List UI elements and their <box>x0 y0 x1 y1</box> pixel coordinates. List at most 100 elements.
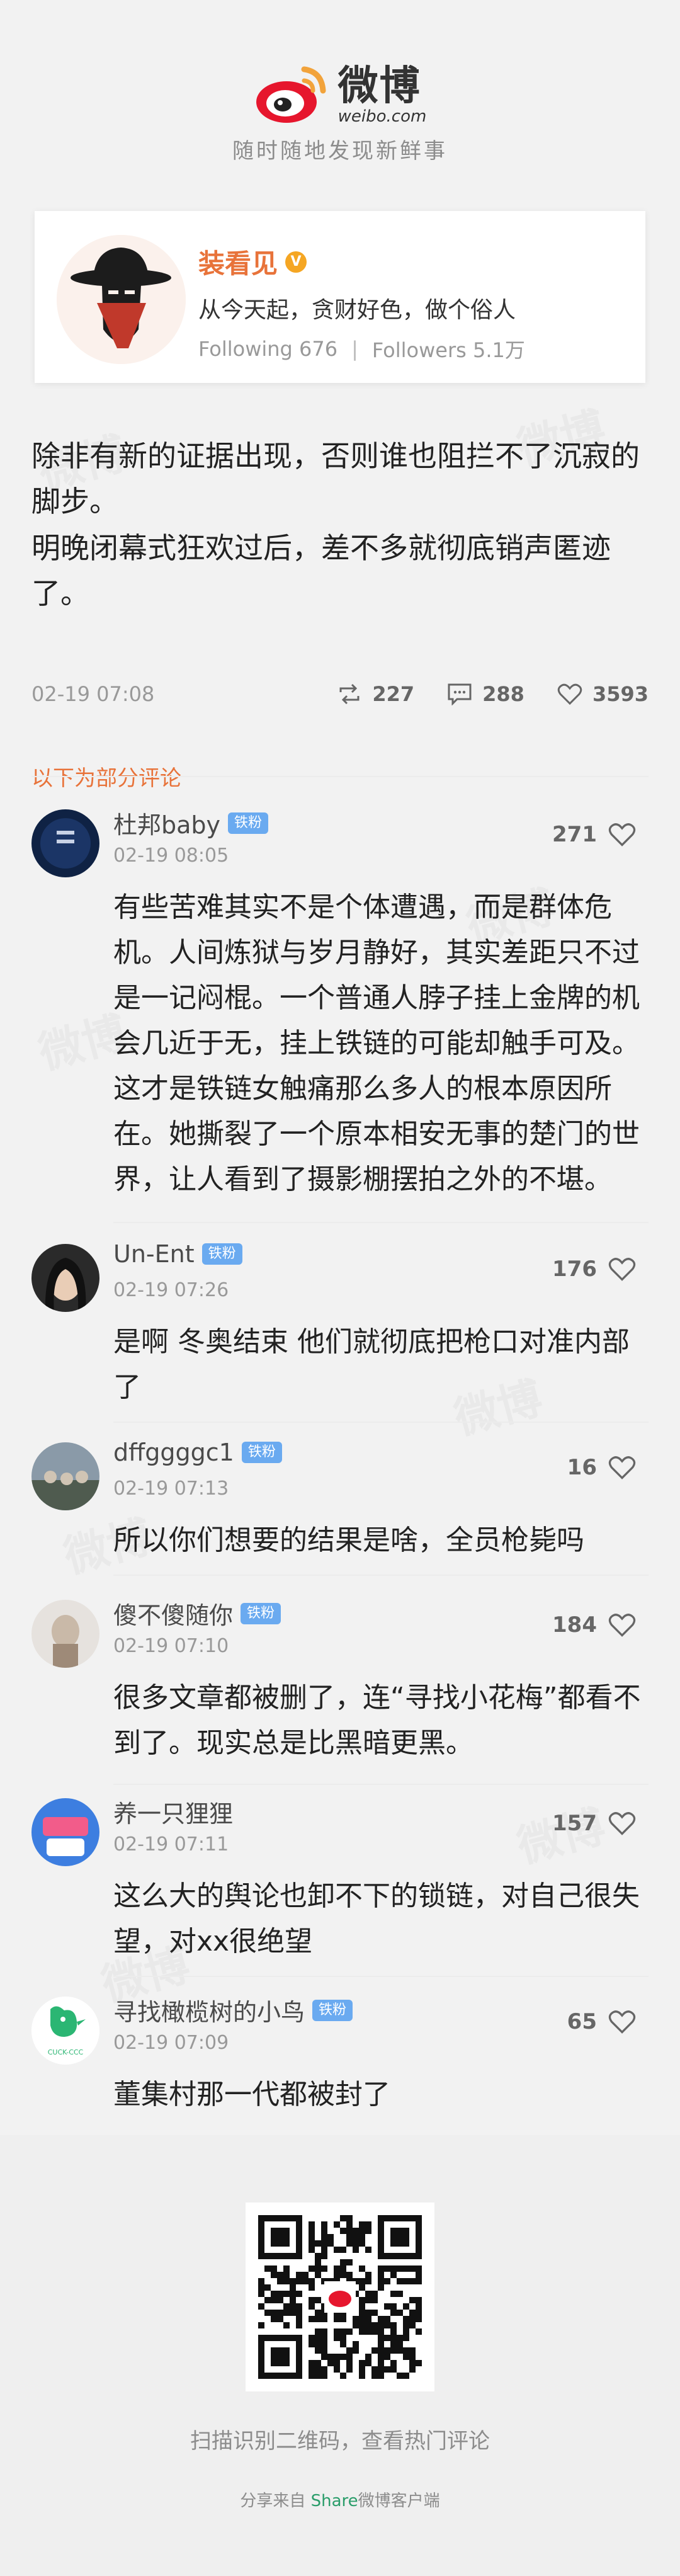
share-suffix: 微博客户端 <box>358 2492 440 2510</box>
share-prefix: 分享来自 <box>240 2492 306 2510</box>
comment-like-button[interactable]: 65 <box>567 2009 636 2034</box>
comment-like-button[interactable]: 184 <box>552 1612 636 1638</box>
profile-name[interactable]: 装看见 <box>198 242 307 281</box>
divider <box>113 1422 649 1423</box>
divider <box>31 776 649 777</box>
heart-icon <box>608 2010 636 2034</box>
avatar[interactable] <box>31 1600 99 1668</box>
comment-author-name: 养一只狸狸 <box>113 1800 234 1828</box>
heart-icon <box>608 1456 636 1479</box>
fan-badge: 铁粉 <box>228 812 269 834</box>
comment-like-count: 184 <box>552 1612 597 1638</box>
post-body: 除非有新的证据出现，否则谁也阻拦不了沉寂的脚步。 明晚闭幕式狂欢过后，差不多就彻… <box>31 433 649 617</box>
app-header: 微博 weibo.com 随时随地发现新鲜事 <box>0 0 680 189</box>
avatar[interactable] <box>31 1798 99 1866</box>
comment-author-name: 杜邦baby <box>113 811 221 839</box>
comment-text: 是啊 冬奥结束 他们就彻底把枪口对准内部了 <box>113 1326 630 1403</box>
comment-author-name: 寻找橄榄树的小鸟 <box>113 1998 305 2026</box>
divider <box>113 1222 649 1223</box>
post-time: 02-19 07:08 <box>31 682 155 706</box>
user-avatar-icon <box>31 1600 99 1668</box>
fan-badge: 铁粉 <box>241 1442 282 1463</box>
comment-author-name: dffggggc1 <box>113 1439 234 1466</box>
heart-icon <box>608 823 636 846</box>
profile-card[interactable]: 装看见 从今天起，贪财好色，做个俗人 Following 676 | Follo… <box>35 211 645 383</box>
avatar[interactable]: CUCK-CCC <box>31 1997 99 2065</box>
comment-time: 02-19 07:11 <box>113 1833 229 1855</box>
comment-author[interactable]: 杜邦baby 铁粉 <box>113 806 269 840</box>
avatar[interactable] <box>31 1244 99 1312</box>
fan-badge: 铁粉 <box>241 1602 281 1624</box>
weibo-eye-icon <box>256 66 326 123</box>
divider <box>113 1784 649 1785</box>
profile-name-label: 装看见 <box>198 248 278 279</box>
followers-count[interactable]: Followers 5.1万 <box>372 334 525 363</box>
profile-bio: 从今天起，贪财好色，做个俗人 <box>198 297 516 323</box>
heart-icon <box>608 1614 636 1637</box>
logo-url: weibo.com <box>337 107 427 126</box>
comment-author-name: 傻不傻随你 <box>113 1602 234 1629</box>
heart-icon <box>608 1812 636 1835</box>
post-paragraph: 明晚闭幕式狂欢过后，差不多就彻底销声匿迹了。 <box>31 531 611 610</box>
slogan: 随时随地发现新鲜事 <box>232 139 448 164</box>
comment-time: 02-19 07:10 <box>113 1635 229 1657</box>
cowboy-avatar-icon <box>57 235 186 364</box>
comment-time: 02-19 07:13 <box>113 1478 229 1500</box>
comment-like-count: 65 <box>567 2009 597 2034</box>
comment-count: 288 <box>482 682 524 706</box>
repost-count: 227 <box>372 682 415 706</box>
comment-like-button[interactable]: 271 <box>552 822 636 847</box>
repost-icon <box>339 683 360 705</box>
profile-avatar[interactable] <box>57 235 186 364</box>
vip-badge-icon <box>285 251 307 273</box>
divider: | <box>351 337 358 361</box>
comment-author[interactable]: 养一只狸狸 <box>113 1794 233 1829</box>
heart-icon <box>557 683 582 705</box>
comment-author[interactable]: 傻不傻随你 铁粉 <box>113 1596 281 1631</box>
comment-text: 董集村那一代都被封了 <box>113 2078 390 2111</box>
post-meta: 02-19 07:08 227 288 3593 <box>31 675 649 713</box>
comment-text: 所以你们想要的结果是啥，全员枪毙吗 <box>113 1524 584 1556</box>
user-avatar-icon <box>31 1442 99 1510</box>
user-avatar-icon <box>31 1244 99 1312</box>
comment-author[interactable]: dffggggc1 铁粉 <box>113 1439 282 1466</box>
divider <box>113 1976 649 1977</box>
comment-time: 02-19 07:26 <box>113 1279 229 1301</box>
avatar-label: CUCK-CCC <box>48 2048 84 2056</box>
comment-button[interactable]: 288 <box>447 682 524 706</box>
qr-code-icon <box>246 2203 434 2391</box>
comment-text: 很多文章都被删了，连“寻找小花梅”都看不到了。现实总是比黑暗更黑。 <box>113 1682 641 1759</box>
bird-logo-icon: CUCK-CCC <box>31 1997 99 2065</box>
weibo-logo: 微博 weibo.com <box>0 63 680 126</box>
heart-icon <box>608 1258 636 1281</box>
fan-badge: 铁粉 <box>201 1243 242 1265</box>
profile-stats: Following 676 | Followers 5.1万 <box>198 334 525 363</box>
avatar[interactable] <box>31 1442 99 1510</box>
comment-text: 有些苦难其实不是个体遭遇，而是群体危机。人间炼狱与岁月静好，其实差距只不过是一记… <box>113 891 640 1195</box>
divider <box>113 1575 649 1576</box>
following-count[interactable]: Following 676 <box>198 337 337 361</box>
logo-text: 微博 <box>337 63 421 110</box>
user-avatar-icon <box>31 809 99 877</box>
comment-author[interactable]: 寻找橄榄树的小鸟 铁粉 <box>113 1993 353 2027</box>
avatar[interactable] <box>31 809 99 877</box>
comment-icon <box>448 683 472 705</box>
like-count: 3593 <box>592 682 649 706</box>
comment-time: 02-19 08:05 <box>113 845 229 867</box>
fan-badge: 铁粉 <box>312 1999 353 2021</box>
qr-code[interactable] <box>246 2203 434 2391</box>
comment-like-button[interactable]: 16 <box>567 1455 636 1480</box>
comment-text: 这么大的舆论也卸不下的锁链，对自己很失望，对xx很绝望 <box>113 1880 640 1958</box>
comment-like-count: 16 <box>567 1455 597 1480</box>
like-button[interactable]: 3593 <box>557 682 649 706</box>
comment-like-count: 271 <box>552 822 597 847</box>
post-paragraph: 除非有新的证据出现，否则谁也阻拦不了沉寂的脚步。 <box>31 439 640 518</box>
share-source: 分享来自 Share微博客户端 <box>0 2488 680 2511</box>
comment-author[interactable]: Un-Ent 铁粉 <box>113 1240 242 1268</box>
share-brand-link[interactable]: Share <box>311 2492 358 2510</box>
comment-like-button[interactable]: 157 <box>552 1811 636 1836</box>
comment-like-button[interactable]: 176 <box>552 1257 636 1282</box>
comment-time: 02-19 07:09 <box>113 2032 229 2054</box>
repost-button[interactable]: 227 <box>337 682 414 706</box>
comment-like-count: 176 <box>552 1257 597 1282</box>
